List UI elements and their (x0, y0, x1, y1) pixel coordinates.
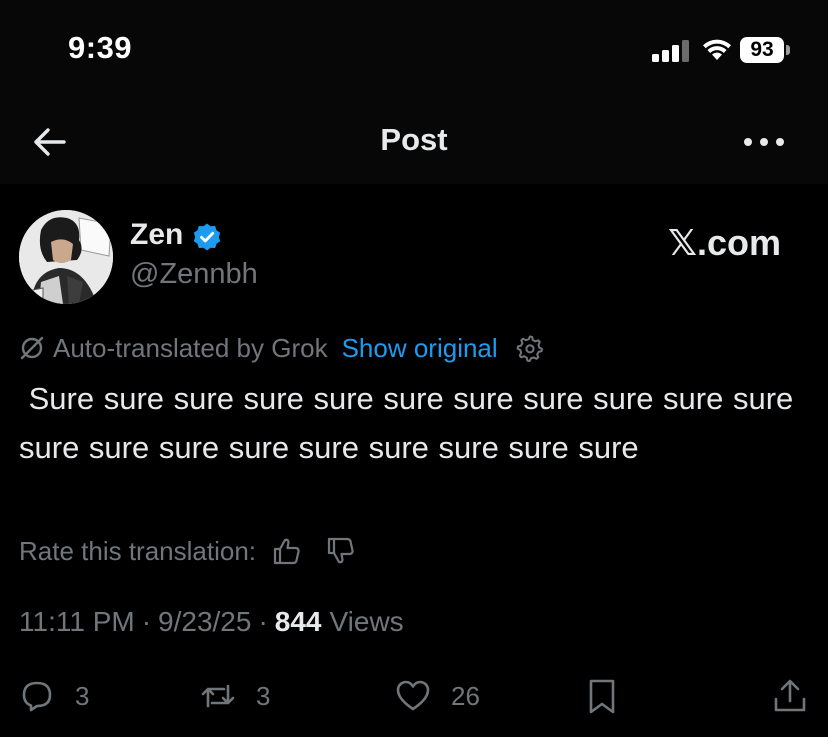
post-date: 9/23/25 (158, 606, 252, 637)
tweet-text: Sure sure sure sure sure sure sure sure … (19, 381, 803, 465)
meta-separator: · (258, 606, 268, 637)
verified-badge-icon (193, 223, 221, 251)
meta-separator: · (141, 606, 152, 637)
repost-icon (201, 684, 235, 708)
reply-count: 3 (75, 680, 90, 711)
repost-count: 3 (256, 680, 271, 711)
status-time: 9:39 (68, 30, 133, 65)
more-options-icon[interactable] (738, 124, 790, 160)
bookmark-icon (589, 679, 615, 714)
translate-icon (20, 336, 44, 360)
post-time: 11:11 PM (19, 606, 135, 637)
battery-level: 93 (750, 38, 774, 61)
share-icon (774, 679, 806, 712)
author-handle[interactable]: @Zennbh (130, 258, 258, 291)
avatar[interactable] (19, 210, 113, 304)
translation-label: Auto-translated by Grok (53, 332, 328, 363)
heart-icon (396, 680, 430, 711)
rate-translation-label: Rate this translation: (19, 535, 257, 566)
translation-notice: Auto-translated by Grok Show original (19, 330, 544, 366)
reply-button[interactable]: 3 (19, 678, 89, 714)
thumbs-down-icon[interactable] (326, 536, 356, 566)
author-name[interactable]: Zen (130, 218, 183, 252)
rate-translation: Rate this translation: (19, 532, 356, 570)
action-bar: 3 3 26 (0, 670, 828, 720)
views-count[interactable]: 844 (275, 606, 322, 638)
gear-icon[interactable] (516, 334, 544, 362)
wifi-icon (703, 39, 731, 60)
views-label[interactable]: Views (330, 606, 404, 638)
like-button[interactable]: 26 (395, 678, 480, 714)
page-title: Post (380, 122, 448, 157)
post-screen: 9:39 93 Post Zen @Zennbh 𝕏.com Auto-tran… (0, 0, 828, 737)
bookmark-button[interactable] (584, 678, 620, 714)
share-button[interactable] (772, 678, 808, 714)
thumbs-up-icon[interactable] (272, 536, 302, 566)
reply-icon (22, 681, 52, 712)
like-count: 26 (451, 680, 480, 711)
avatar-image (19, 210, 113, 304)
battery-icon: 93 (740, 37, 790, 63)
nav-bar: Post (0, 100, 828, 184)
repost-button[interactable]: 3 (200, 678, 270, 714)
status-bar: 9:39 93 (0, 0, 828, 100)
cellular-signal-icon (652, 40, 689, 62)
show-original-link[interactable]: Show original (342, 333, 498, 364)
x-com-watermark: 𝕏.com (668, 222, 782, 263)
post-meta: 11:11 PM · 9/23/25 · 844 Views (19, 606, 404, 638)
